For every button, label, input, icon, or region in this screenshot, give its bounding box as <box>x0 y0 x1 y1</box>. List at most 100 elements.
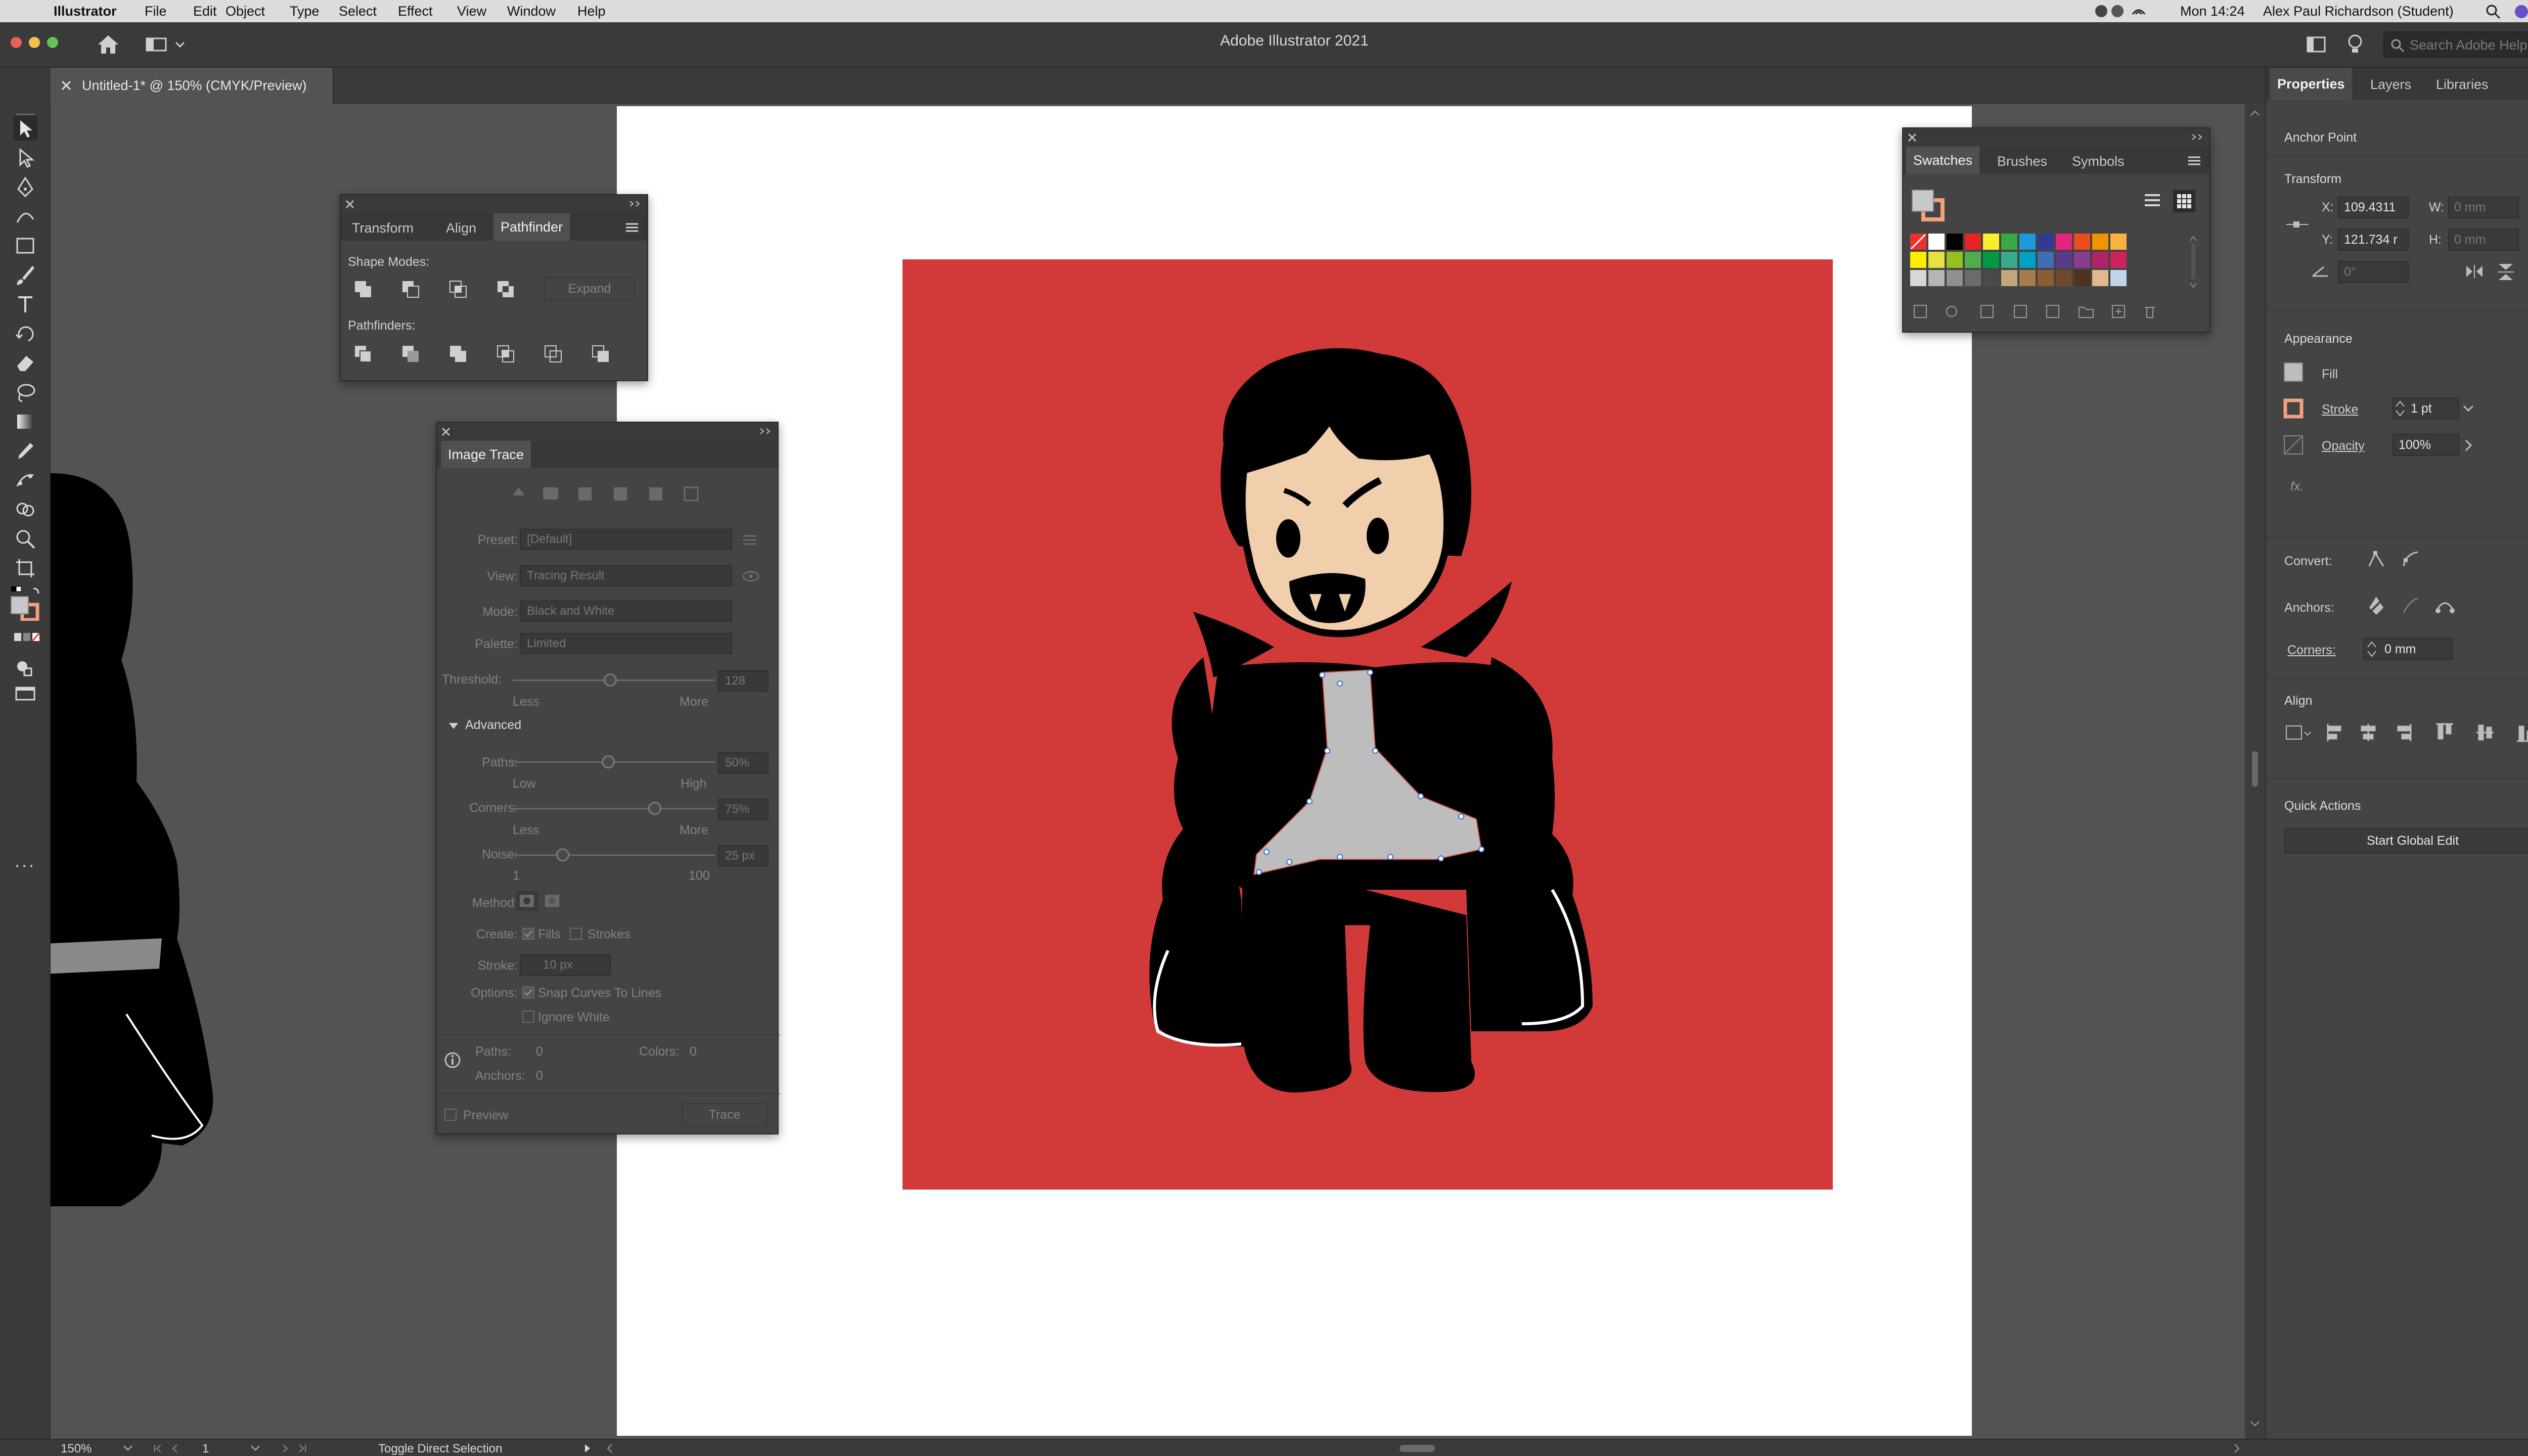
lasso-tool[interactable] <box>13 380 37 404</box>
y-input[interactable]: 121.734 r <box>2338 229 2409 251</box>
menu-effect[interactable]: Effect <box>398 4 433 19</box>
swatch-cell[interactable] <box>2074 234 2090 250</box>
swatch-cell[interactable] <box>1983 270 1999 286</box>
noise-slider[interactable] <box>513 854 715 856</box>
shape-builder-tool[interactable] <box>13 497 37 522</box>
discover-bulb-icon[interactable] <box>2346 33 2364 56</box>
preview-checkbox[interactable] <box>444 1108 457 1121</box>
chevron-right-icon[interactable] <box>2463 439 2473 452</box>
swatch-cell[interactable] <box>1928 234 1945 250</box>
tab-libraries[interactable]: Libraries <box>2436 77 2489 93</box>
swatch-cell[interactable] <box>2019 234 2036 250</box>
remove-anchor-icon[interactable] <box>2365 595 2387 617</box>
close-icon[interactable] <box>345 199 355 209</box>
stepper-icon[interactable] <box>2395 399 2406 418</box>
swatch-cell[interactable] <box>2001 270 2017 286</box>
swatch-cell[interactable] <box>2056 252 2072 268</box>
method-overlapping-button[interactable] <box>541 891 563 911</box>
collapse-icon[interactable] <box>2191 133 2203 141</box>
menu-select[interactable]: Select <box>339 4 377 19</box>
divide-button[interactable] <box>350 342 376 366</box>
expand-button[interactable]: Expand <box>544 277 635 300</box>
tab-transform[interactable]: Transform <box>352 220 414 236</box>
angle-input[interactable]: 0° <box>2338 261 2409 283</box>
paintbrush-tool[interactable] <box>13 263 37 287</box>
swatch-cell[interactable] <box>2019 270 2036 286</box>
tab-pathfinder[interactable]: Pathfinder <box>493 213 570 241</box>
panel-menu-icon[interactable] <box>625 222 639 233</box>
horizontal-scrollbar[interactable] <box>605 1443 2243 1454</box>
corners-value[interactable]: 75% <box>718 799 769 820</box>
direct-selection-tool[interactable] <box>13 146 37 170</box>
minus-back-button[interactable] <box>588 342 614 366</box>
swatch-cell[interactable] <box>2092 234 2108 250</box>
swatches-scrollbar[interactable] <box>2188 235 2198 289</box>
swatch-fill-stroke[interactable] <box>1910 188 1951 229</box>
menu-help[interactable]: Help <box>577 4 606 19</box>
chevron-down-icon[interactable] <box>2462 403 2474 414</box>
preset-icon-row[interactable] <box>503 480 715 506</box>
convert-to-smooth-icon[interactable] <box>2400 548 2422 570</box>
chevron-down-icon[interactable] <box>250 1444 261 1453</box>
chevron-down-icon[interactable] <box>122 1444 133 1453</box>
opacity-label[interactable]: Opacity <box>2322 439 2365 453</box>
puppet-warp-tool[interactable] <box>13 468 37 492</box>
status-icons[interactable] <box>2093 3 2179 19</box>
swatch-cell[interactable] <box>2001 252 2017 268</box>
exclude-button[interactable] <box>492 277 519 301</box>
swatch-cell[interactable] <box>1965 252 1981 268</box>
view-select[interactable]: Tracing Result <box>520 565 732 586</box>
status-menu-arrow-icon[interactable] <box>582 1443 593 1454</box>
tab-symbols[interactable]: Symbols <box>2072 154 2125 169</box>
swatch-cell[interactable] <box>1910 252 1926 268</box>
trace-button[interactable]: Trace <box>682 1103 768 1126</box>
fill-stroke-swatches[interactable] <box>9 584 39 621</box>
zoom-tool[interactable] <box>13 527 37 551</box>
swatch-cell[interactable] <box>1947 234 1963 250</box>
menu-file[interactable]: File <box>145 4 167 19</box>
help-search[interactable]: Search Adobe Help <box>2383 31 2528 58</box>
swatch-cell[interactable] <box>2092 270 2108 286</box>
swatch-cell[interactable] <box>1947 270 1963 286</box>
vertical-scrollbar[interactable] <box>2245 104 2265 1439</box>
swatch-cell[interactable] <box>2038 234 2054 250</box>
noise-knob[interactable] <box>556 848 569 861</box>
swatch-cell[interactable] <box>1983 234 1999 250</box>
fx-button[interactable]: fx. <box>2290 479 2304 494</box>
spotlight-icon[interactable] <box>2486 4 2501 19</box>
paths-value[interactable]: 50% <box>718 752 769 774</box>
x-input[interactable]: 109.4311 <box>2338 196 2409 218</box>
threshold-value[interactable]: 128 <box>718 670 769 692</box>
panel-menu-icon[interactable] <box>2187 156 2201 166</box>
stepper-icon[interactable] <box>2366 640 2377 658</box>
swatch-cell[interactable] <box>2056 234 2072 250</box>
arrange-documents-icon[interactable] <box>2306 34 2328 55</box>
preset-select[interactable]: [Default] <box>520 529 732 550</box>
swatch-cell[interactable] <box>2019 252 2036 268</box>
pen-tool[interactable] <box>13 175 37 199</box>
close-icon[interactable] <box>1907 132 1917 143</box>
palette-select[interactable]: Limited <box>520 633 732 654</box>
eyedropper-tool[interactable] <box>13 439 37 463</box>
stroke-label[interactable]: Stroke <box>2322 402 2358 417</box>
stroke-width-field[interactable]: 10 px <box>520 954 611 976</box>
unite-button[interactable] <box>350 277 376 301</box>
swatches-footer-icons[interactable] <box>1910 300 2203 323</box>
swatch-cell[interactable] <box>2038 270 2054 286</box>
tab-properties[interactable]: Properties <box>2270 68 2352 100</box>
corners-slider[interactable] <box>513 808 715 809</box>
outline-button[interactable] <box>540 342 566 366</box>
swatch-cell[interactable] <box>2110 252 2127 268</box>
swatch-cell[interactable] <box>1965 234 1981 250</box>
cut-path-icon[interactable] <box>2400 595 2422 617</box>
curvature-tool[interactable] <box>13 204 37 229</box>
menu-type[interactable]: Type <box>290 4 320 19</box>
clock[interactable]: Mon 14:24 <box>2180 4 2245 19</box>
tab-brushes[interactable]: Brushes <box>1997 154 2047 169</box>
swatch-cell[interactable] <box>2001 234 2017 250</box>
paths-knob[interactable] <box>602 755 615 768</box>
preset-list-icon[interactable] <box>742 534 757 546</box>
eraser-tool[interactable] <box>13 351 37 375</box>
swatch-cell[interactable] <box>2038 252 2054 268</box>
start-global-edit-button[interactable]: Start Global Edit <box>2284 828 2528 853</box>
